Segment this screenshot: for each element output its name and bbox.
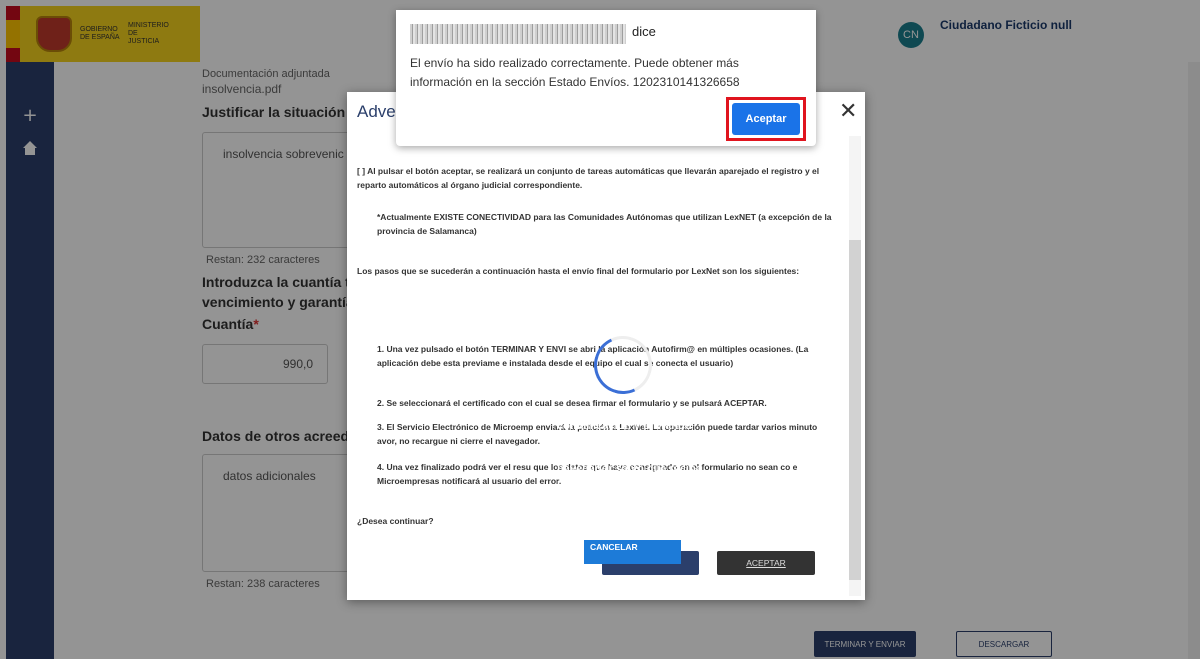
modal-title: Adve <box>357 102 396 121</box>
cancel-button[interactable]: CANCELAR <box>584 540 681 564</box>
alert-message: El envío ha sido realizado correctamente… <box>410 56 740 89</box>
modal-paragraph-3: Los pasos que se sucederán a continuació… <box>357 266 800 276</box>
modal-paragraph-1: [ ] Al pulsar el botón aceptar, se reali… <box>357 166 820 190</box>
browser-alert-dialog: dice El envío ha sido realizado correcta… <box>396 10 816 146</box>
modal-accept-button[interactable]: ACEPTAR <box>717 551 815 575</box>
alert-accept-button[interactable]: Aceptar <box>732 103 800 135</box>
alert-title-suffix: dice <box>632 24 656 39</box>
alert-host-name-redacted <box>410 24 626 44</box>
modal-question: ¿Desea continuar? <box>357 516 434 526</box>
modal-paragraph-2: *Actualmente EXISTE CONECTIVIDAD para la… <box>377 212 832 236</box>
modal-scrollbar-thumb[interactable] <box>849 240 861 580</box>
close-icon[interactable]: ✕ <box>839 100 857 124</box>
loading-message: Estableciendo comunicación y enviando da… <box>557 405 702 504</box>
